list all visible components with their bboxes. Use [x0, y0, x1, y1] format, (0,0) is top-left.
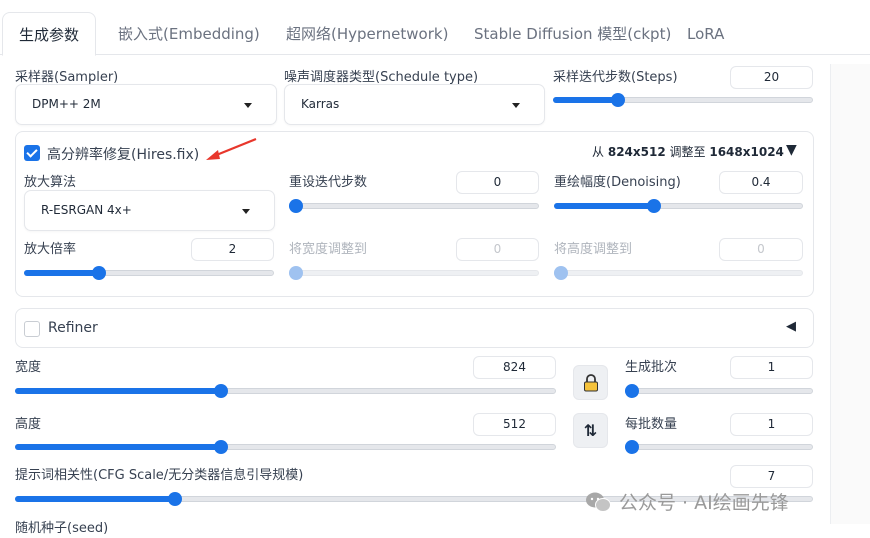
upscaler-value: R-ESRGAN 4x+ [41, 203, 132, 217]
batch-size-label: 每批数量 [625, 417, 678, 432]
tab-embedding[interactable]: 嵌入式(Embedding) [116, 12, 262, 56]
cfg-input[interactable]: 7 [730, 465, 813, 488]
height-label: 高度 [15, 417, 42, 432]
resize-from: 824x512 [607, 145, 666, 159]
schedule-label: 噪声调度器类型(Schedule type) [284, 70, 479, 85]
refiner-label: Refiner [48, 320, 98, 336]
refiner-checkbox[interactable] [24, 321, 40, 337]
resize-info-prefix: 从 [592, 145, 605, 159]
denoising-input[interactable]: 0.4 [719, 171, 803, 194]
width-slider[interactable] [15, 384, 556, 398]
hires-fix-checkbox[interactable] [24, 145, 40, 161]
hires-resize-info: 从 824x512 调整至 1648x1024 [592, 143, 784, 160]
width-label: 宽度 [15, 360, 42, 375]
slider-handle[interactable] [611, 93, 625, 107]
sampler-select[interactable]: DPM++ 2M [15, 84, 277, 125]
expand-triangle-icon[interactable]: ◀ [786, 319, 796, 334]
steps-label: 采样迭代步数(Steps) [553, 70, 678, 85]
cfg-label: 提示词相关性(CFG Scale/无分类器信息引导规模) [15, 468, 304, 483]
width-input[interactable]: 824 [473, 356, 556, 379]
height-input[interactable]: 512 [473, 413, 556, 436]
watermark: 公众号 · AI绘画先锋 [585, 488, 789, 515]
seed-label: 随机种子(seed) [15, 521, 109, 536]
tab-lora[interactable]: LoRA [685, 12, 726, 56]
sampler-value: DPM++ 2M [32, 97, 101, 111]
upscaler-label: 放大算法 [24, 175, 77, 190]
slider-handle[interactable] [213, 440, 228, 454]
slider-handle[interactable] [625, 384, 639, 398]
resize-height-input: 0 [719, 238, 803, 261]
sampler-label: 采样器(Sampler) [15, 70, 119, 85]
schedule-value: Karras [301, 97, 340, 111]
resize-width-label: 将宽度调整到 [289, 242, 368, 257]
batch-count-slider[interactable] [625, 384, 813, 398]
upscaler-select[interactable]: R-ESRGAN 4x+ [24, 190, 275, 231]
output-panel [830, 64, 870, 524]
slider-handle [554, 266, 568, 280]
aspect-lock-button[interactable] [573, 365, 608, 400]
denoising-slider[interactable] [554, 199, 803, 213]
tab-generation-params[interactable]: 生成参数 [2, 12, 97, 56]
tab-hypernetwork[interactable]: 超网络(Hypernetwork) [284, 12, 450, 56]
watermark-text: 公众号 · AI绘画先锋 [619, 492, 789, 514]
slider-handle[interactable] [92, 266, 106, 280]
steps-slider[interactable] [553, 93, 813, 107]
hires-steps-slider[interactable] [289, 199, 539, 213]
denoising-label: 重绘幅度(Denoising) [554, 175, 681, 190]
slider-handle [289, 266, 303, 280]
height-slider[interactable] [15, 440, 556, 454]
swap-arrows-icon: ⇅ [583, 421, 598, 440]
slider-handle[interactable] [625, 440, 639, 454]
resize-width-slider [289, 266, 539, 280]
slider-handle[interactable] [646, 199, 661, 213]
hires-fix-label: 高分辨率修复(Hires.fix) [47, 147, 200, 163]
slider-handle[interactable] [167, 492, 182, 506]
schedule-select[interactable]: Karras [284, 84, 545, 125]
batch-count-label: 生成批次 [625, 360, 678, 375]
annotation-arrow-icon [206, 137, 257, 160]
resize-width-input: 0 [456, 238, 539, 261]
refiner-panel[interactable] [15, 308, 814, 348]
swap-dimensions-button[interactable]: ⇅ [573, 413, 608, 448]
lock-icon [583, 373, 598, 391]
batch-count-input[interactable]: 1 [730, 356, 813, 379]
hires-steps-label: 重设迭代步数 [289, 175, 368, 190]
upscale-by-input[interactable]: 2 [191, 238, 274, 261]
batch-size-input[interactable]: 1 [730, 413, 813, 436]
resize-to: 1648x1024 [709, 145, 784, 159]
upscale-by-slider[interactable] [24, 266, 274, 280]
batch-size-slider[interactable] [625, 440, 813, 454]
slider-handle[interactable] [213, 384, 228, 398]
upscale-by-label: 放大倍率 [24, 242, 77, 257]
collapse-triangle-icon[interactable]: ▼ [786, 142, 797, 158]
chevron-down-icon [244, 103, 252, 108]
resize-height-label: 将高度调整到 [554, 242, 633, 257]
chevron-down-icon [512, 103, 520, 108]
hires-steps-input[interactable]: 0 [456, 171, 539, 194]
steps-input[interactable]: 20 [730, 66, 813, 89]
tab-checkpoint[interactable]: Stable Diffusion 模型(ckpt) [472, 12, 673, 56]
resize-info-mid: 调整至 [669, 145, 706, 159]
wechat-icon [585, 491, 611, 513]
tab-bar: 生成参数 嵌入式(Embedding) 超网络(Hypernetwork) St… [0, 0, 870, 56]
slider-handle[interactable] [289, 199, 303, 213]
chevron-down-icon [242, 209, 250, 214]
resize-height-slider [554, 266, 803, 280]
